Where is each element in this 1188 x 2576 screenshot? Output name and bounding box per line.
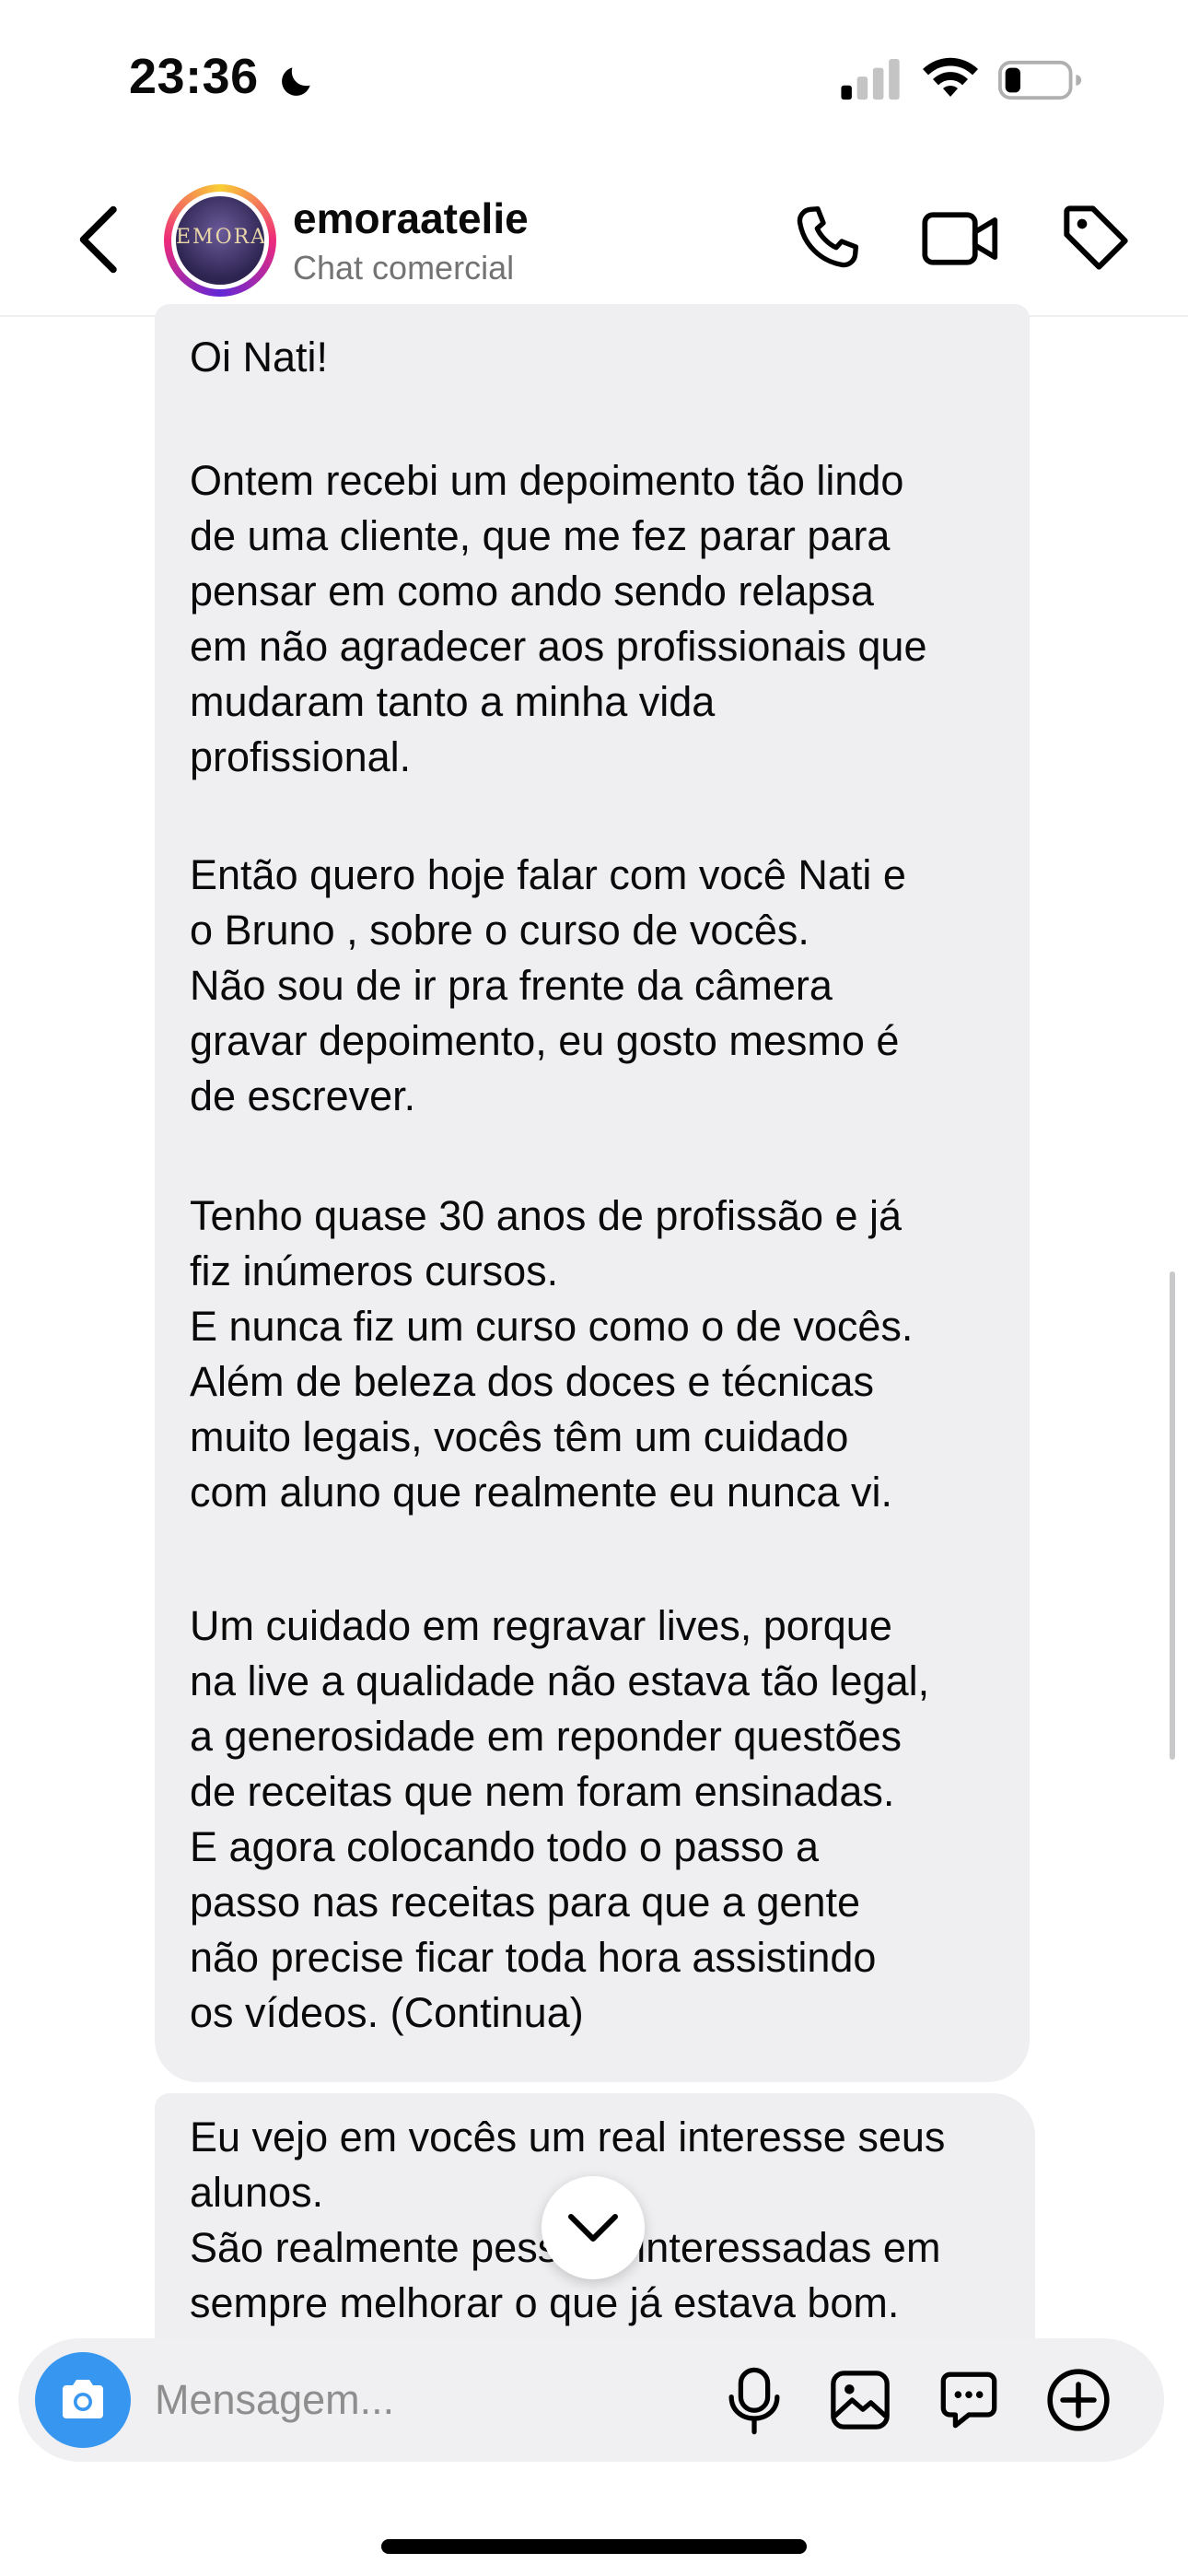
cellular-signal-icon [841,59,900,100]
contact-subtitle: Chat comercial [293,249,515,287]
sticker-icon[interactable] [936,2368,1002,2432]
tag-icon[interactable] [1059,201,1133,275]
message-paragraph: Ontem recebi um depoimento tão lindo de … [190,457,927,780]
message-input[interactable] [155,2370,670,2430]
camera-button[interactable] [35,2352,131,2448]
scrollbar[interactable] [1170,1271,1175,1760]
phone-icon[interactable] [790,201,864,275]
image-icon[interactable] [827,2368,893,2432]
status-bar: 23:36 [0,0,1188,157]
scroll-to-bottom-button[interactable] [542,2176,645,2279]
message-paragraph: Então quero hoje falar com você Nati e o… [190,851,906,1119]
message-paragraph: Tenho quase 30 anos de profissão e já fi… [190,1192,914,1516]
status-time: 23:36 [129,49,259,104]
battery-icon [998,60,1082,100]
moon-icon [282,67,310,96]
message-bubble[interactable]: Oi Nati! Ontem recebi um depoimento tão … [155,304,1030,2082]
camera-icon [63,2380,103,2418]
microphone-icon[interactable] [724,2366,785,2436]
chevron-left-icon[interactable] [72,203,127,276]
avatar[interactable]: EMORA [164,184,276,297]
message-paragraph: Oi Nati! [190,334,329,381]
chat-header: EMORA emoraatelie Chat comercial [0,157,1188,317]
avatar-logo-text: EMORA [176,226,264,249]
home-indicator [381,2539,807,2554]
message-paragraph: Um cuidado em regravar lives, porque na … [190,1602,930,2036]
wifi-icon [923,57,978,97]
video-camera-icon[interactable] [921,206,1000,271]
message-composer [18,2338,1164,2462]
plus-circle-icon[interactable] [1044,2366,1112,2434]
contact-username[interactable]: emoraatelie [293,193,529,243]
chevron-down-icon [568,2214,618,2242]
